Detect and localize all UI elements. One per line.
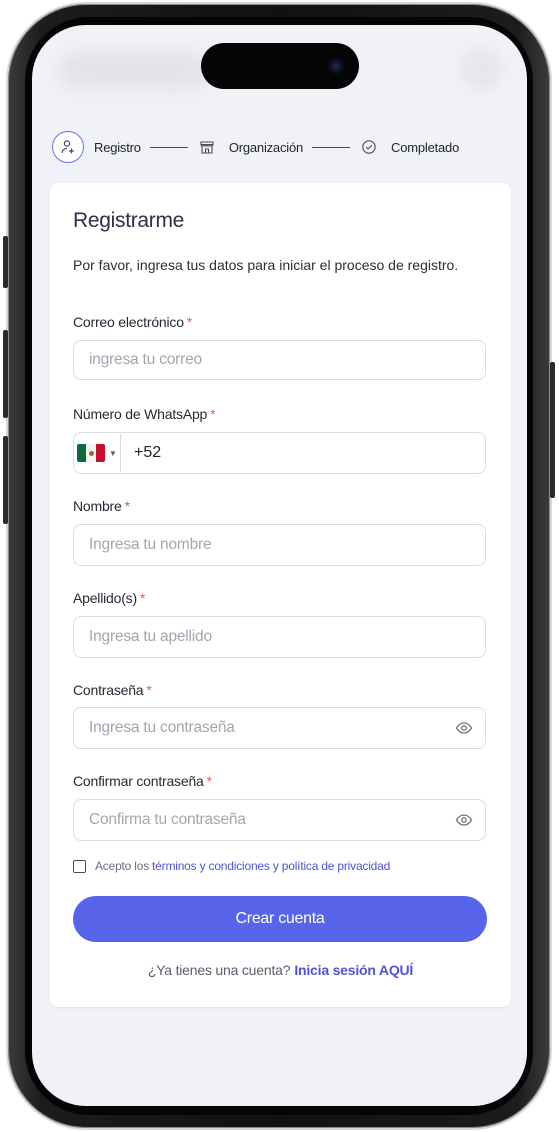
create-account-button[interactable]: Crear cuenta xyxy=(73,896,487,942)
login-prefix: ¿Ya tienes una cuenta? xyxy=(147,962,291,978)
required-mark: * xyxy=(210,406,216,422)
chevron-down-icon: ▼ xyxy=(109,448,117,458)
eye-icon[interactable] xyxy=(455,812,473,828)
power-button xyxy=(550,362,555,498)
volume-down-button xyxy=(3,436,8,524)
login-prompt: ¿Ya tienes una cuenta? Inicia sesión AQUÍ xyxy=(50,962,511,978)
required-mark: * xyxy=(186,314,193,330)
first-name-field[interactable]: Ingresa tu nombre xyxy=(73,524,486,566)
whatsapp-input[interactable]: +52 xyxy=(134,444,161,462)
password-field[interactable]: Ingresa tu contraseña xyxy=(73,707,486,749)
email-field[interactable]: ingresa tu correo xyxy=(73,340,486,380)
confirm-password-placeholder: Confirma tu contraseña xyxy=(89,811,246,828)
required-mark: * xyxy=(146,682,152,698)
password-placeholder: Ingresa tu contraseña xyxy=(89,719,235,736)
email-label-text: Correo electrónico xyxy=(73,314,184,330)
step-organizacion-label: Organización xyxy=(228,139,304,155)
last-name-field[interactable]: Ingresa tu apellido xyxy=(73,616,486,658)
step-completado-label: Completado xyxy=(391,139,460,155)
confirm-password-label: Confirmar contraseña * xyxy=(73,773,212,789)
whatsapp-field: ▼ +52 xyxy=(73,432,486,474)
required-mark: * xyxy=(139,590,146,606)
step-connector xyxy=(149,146,188,148)
page-title: Registrarme xyxy=(73,209,185,232)
eye-icon[interactable] xyxy=(455,720,473,736)
volume-up-button xyxy=(3,330,8,418)
step-connector xyxy=(312,146,351,148)
required-mark: * xyxy=(206,773,212,789)
mexico-flag-icon xyxy=(77,444,106,462)
first-name-placeholder: Ingresa tu nombre xyxy=(89,536,212,553)
first-name-label: Nombre * xyxy=(73,498,130,514)
dynamic-island xyxy=(201,43,359,89)
registration-card: Registrarme Por favor, ingresa tus datos… xyxy=(50,183,511,1007)
terms-prefix: Acepto los xyxy=(95,859,150,873)
terms-link[interactable]: términos y condiciones y política de pri… xyxy=(152,859,390,873)
required-mark: * xyxy=(124,498,130,514)
step-registro-label: Registro xyxy=(94,139,141,155)
store-icon xyxy=(197,137,217,157)
confirm-password-field[interactable]: Confirma tu contraseña xyxy=(73,799,486,841)
first-name-label-text: Nombre xyxy=(73,498,122,514)
email-placeholder: ingresa tu correo xyxy=(89,351,202,368)
form-description: Por favor, ingresa tus datos para inicia… xyxy=(73,257,459,273)
last-name-placeholder: Ingresa tu apellido xyxy=(89,628,212,645)
terms-row: Acepto los términos y condiciones y polí… xyxy=(73,859,390,873)
user-plus-icon xyxy=(52,131,84,163)
check-circle-icon xyxy=(359,137,379,157)
password-label: Contraseña * xyxy=(73,682,152,698)
confirm-password-label-text: Confirmar contraseña xyxy=(73,773,204,789)
registration-stepper: Registro Organización Completado xyxy=(52,131,512,163)
whatsapp-label: Número de WhatsApp * xyxy=(73,406,216,422)
status-bar-icons xyxy=(459,47,503,91)
action-button xyxy=(3,236,8,288)
last-name-label: Apellido(s) * xyxy=(73,590,145,606)
email-label: Correo electrónico * xyxy=(73,314,192,330)
whatsapp-label-text: Número de WhatsApp xyxy=(73,406,208,422)
phone-screen: Registro Organización Completado Registr… xyxy=(32,25,527,1106)
country-code-select[interactable]: ▼ xyxy=(74,434,121,472)
login-link[interactable]: Inicia sesión AQUÍ xyxy=(294,962,413,978)
camera-icon xyxy=(327,57,345,75)
last-name-label-text: Apellido(s) xyxy=(73,590,137,606)
status-bar-time xyxy=(58,51,208,91)
terms-checkbox[interactable] xyxy=(73,859,86,873)
password-label-text: Contraseña xyxy=(73,682,144,698)
